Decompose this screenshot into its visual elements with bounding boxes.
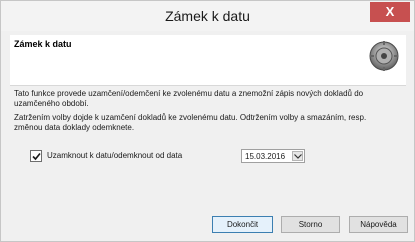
- dialog-window: Zámek k datu X Zámek k datu Tato funkce …: [0, 0, 415, 242]
- checkmark-icon: [32, 152, 41, 161]
- cancel-button[interactable]: Storno: [281, 216, 340, 233]
- help-button[interactable]: Nápověda: [349, 216, 408, 233]
- title-bar[interactable]: Zámek k datu X: [1, 1, 414, 31]
- close-icon: X: [385, 4, 395, 19]
- date-dropdown-button[interactable]: [292, 151, 303, 161]
- finish-button[interactable]: Dokončit: [212, 216, 273, 233]
- chevron-down-icon: [294, 154, 302, 159]
- header-panel: Zámek k datu: [10, 35, 406, 86]
- header-title: Zámek k datu: [14, 39, 72, 49]
- description-paragraph-2: Zatržením volby dojde k uzamčení dokladů…: [14, 113, 367, 132]
- lock-checkbox[interactable]: [30, 150, 42, 162]
- date-picker[interactable]: 15.03.2016: [241, 149, 305, 163]
- date-value[interactable]: 15.03.2016: [245, 152, 285, 161]
- close-button[interactable]: X: [370, 2, 410, 22]
- window-title: Zámek k datu: [165, 8, 250, 24]
- lock-gear-icon: [368, 39, 400, 73]
- description-paragraph-1: Tato funkce provede uzamčení/odemčení ke…: [14, 89, 364, 108]
- lock-option-label[interactable]: Uzamknout k datu/odemknout od data: [47, 151, 182, 160]
